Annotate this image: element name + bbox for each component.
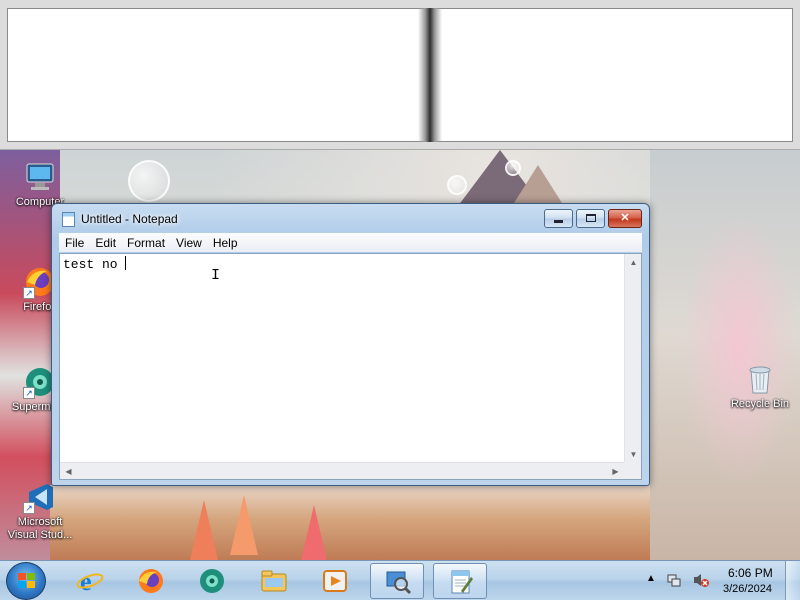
shortcut-arrow-icon: ↗ <box>23 287 35 299</box>
shortcut-arrow-icon: ↗ <box>23 502 35 514</box>
notepad-title-bar[interactable]: Untitled - Notepad ✕ <box>52 204 649 232</box>
taskbar-internet-explorer[interactable]: e <box>63 563 117 599</box>
wallpaper-flower <box>230 495 258 555</box>
blank-window-content <box>7 8 793 142</box>
wallpaper-flower <box>190 500 218 560</box>
scroll-down-icon[interactable]: ▼ <box>625 446 642 463</box>
menu-file[interactable]: File <box>59 233 89 250</box>
system-tray: ▲ 6:06 PM 3/26/2024 <box>642 561 782 600</box>
clock-date[interactable]: 3/26/2024 <box>723 583 772 595</box>
scroll-left-icon[interactable]: ◀ <box>60 463 77 480</box>
svg-text:e: e <box>80 568 92 594</box>
wallpaper-bubble <box>505 160 521 176</box>
desktop-icon-label: Recycle Bin <box>730 398 790 410</box>
windows-logo-icon <box>18 573 36 590</box>
desktop-icon-label: Microsoft Visual Stud... <box>7 516 73 541</box>
taskbar-supermium[interactable] <box>185 563 239 599</box>
desktop-icon-visual-studio[interactable]: ↗ Microsoft Visual Stud... <box>2 480 78 542</box>
minimize-icon <box>554 219 563 223</box>
notepad-icon <box>447 569 475 595</box>
menu-edit[interactable]: Edit <box>89 233 121 250</box>
text-caret <box>125 256 127 270</box>
internet-explorer-icon: e <box>76 567 104 596</box>
scroll-corner <box>624 462 641 479</box>
editor-text: test no <box>63 256 127 272</box>
editor-text-content: test no <box>63 257 126 272</box>
taskbar-media-player[interactable] <box>308 563 362 599</box>
menu-view[interactable]: View <box>170 233 207 250</box>
taskbar-magnifier[interactable] <box>370 563 424 599</box>
menu-format[interactable]: Format <box>121 233 170 250</box>
taskbar-file-explorer[interactable] <box>247 563 301 599</box>
taskbar-notepad[interactable] <box>433 563 487 599</box>
taskbar: e ▲ 6:06 PM 3/26/2024 <box>0 560 800 600</box>
menu-bar: File Edit Format View Help <box>59 233 642 252</box>
recycle-bin-icon <box>743 362 777 396</box>
scroll-up-icon[interactable]: ▲ <box>625 254 642 271</box>
computer-icon <box>23 160 57 194</box>
horizontal-scrollbar[interactable]: ◀ ▶ <box>60 462 624 479</box>
wallpaper-right-art <box>650 150 800 560</box>
maximize-button[interactable] <box>576 209 605 228</box>
supermium-icon <box>198 568 226 594</box>
notepad-window[interactable]: Untitled - Notepad ✕ File Edit Format View H… <box>51 203 650 486</box>
file-explorer-icon <box>260 568 288 594</box>
close-icon: ✕ <box>620 212 630 224</box>
show-hidden-icons-icon[interactable]: ▲ <box>646 573 656 584</box>
desktop-icon-computer[interactable]: Computer <box>2 160 78 209</box>
close-button[interactable]: ✕ <box>608 209 642 228</box>
wallpaper-flower <box>300 505 328 560</box>
firefox-icon <box>137 568 165 594</box>
maximize-icon <box>585 214 596 223</box>
wallpaper-bubble <box>447 175 467 195</box>
wallpaper-ground <box>50 485 650 560</box>
scroll-right-icon[interactable]: ▶ <box>607 463 624 480</box>
show-desktop-button[interactable] <box>785 561 800 600</box>
notepad-icon <box>62 212 75 227</box>
magnifier-icon <box>384 569 412 595</box>
vertical-scrollbar[interactable]: ▲ ▼ <box>624 254 641 463</box>
media-player-icon <box>321 568 349 594</box>
network-icon[interactable] <box>666 572 682 591</box>
blank-window-divider <box>418 8 442 142</box>
text-editor-area[interactable]: test no I ▲ ▼ ◀ ▶ <box>59 253 642 480</box>
ibeam-cursor-icon: I <box>211 267 221 284</box>
start-button[interactable] <box>6 562 46 600</box>
menu-help[interactable]: Help <box>207 233 243 250</box>
clock-time[interactable]: 6:06 PM <box>728 566 773 580</box>
shortcut-arrow-icon: ↗ <box>23 387 35 399</box>
window-title: Untitled - Notepad <box>81 212 178 226</box>
desktop-icon-recycle-bin[interactable]: Recycle Bin <box>722 362 798 411</box>
blank-window[interactable] <box>0 0 800 150</box>
wallpaper-bubble <box>128 160 170 202</box>
volume-muted-icon[interactable] <box>692 572 710 591</box>
taskbar-firefox[interactable] <box>124 563 178 599</box>
minimize-button[interactable] <box>544 209 573 228</box>
